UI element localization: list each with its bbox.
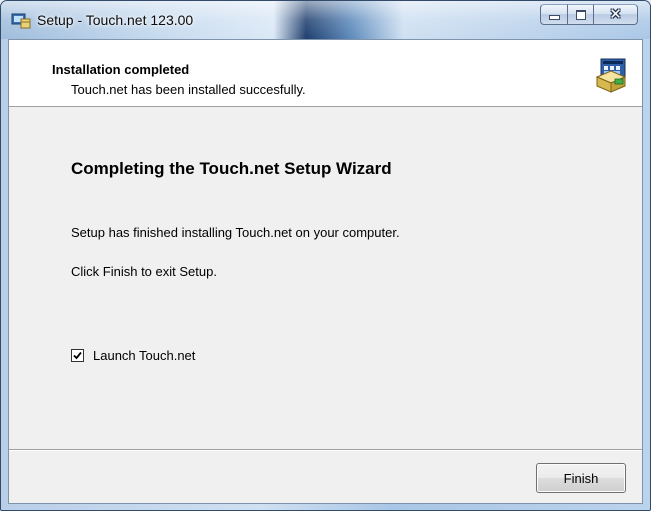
finish-button[interactable]: Finish — [536, 463, 626, 493]
checkmark-icon — [73, 351, 82, 360]
close-icon: ✕ — [609, 6, 622, 23]
minimize-icon — [548, 15, 560, 20]
header-subtitle: Touch.net has been installed succesfully… — [71, 82, 306, 97]
installer-box-icon — [593, 57, 629, 93]
finished-message: Setup has finished installing Touch.net … — [71, 225, 400, 240]
caption-buttons: ✕ — [540, 4, 638, 25]
title-bar[interactable]: Setup - Touch.net 123.00 ✕ — [1, 1, 650, 39]
wizard-header: Installation completed Touch.net has bee… — [9, 40, 642, 107]
setup-installer-icon[interactable] — [11, 11, 31, 29]
launch-checkbox-label[interactable]: Launch Touch.net — [93, 348, 195, 363]
header-title: Installation completed — [52, 62, 190, 77]
close-button[interactable]: ✕ — [593, 4, 638, 25]
maximize-button[interactable] — [567, 4, 593, 25]
window-title: Setup - Touch.net 123.00 — [37, 12, 194, 28]
launch-checkbox[interactable] — [71, 349, 84, 362]
wizard-client-area: Installation completed Touch.net has bee… — [8, 39, 643, 504]
setup-window: Setup - Touch.net 123.00 ✕ Installation … — [0, 0, 651, 511]
maximize-icon — [575, 9, 586, 20]
footer-divider — [9, 449, 642, 451]
wizard-heading: Completing the Touch.net Setup Wizard — [71, 159, 392, 178]
exit-instruction: Click Finish to exit Setup. — [71, 264, 217, 279]
minimize-button[interactable] — [540, 4, 567, 25]
launch-option[interactable]: Launch Touch.net — [71, 348, 195, 363]
